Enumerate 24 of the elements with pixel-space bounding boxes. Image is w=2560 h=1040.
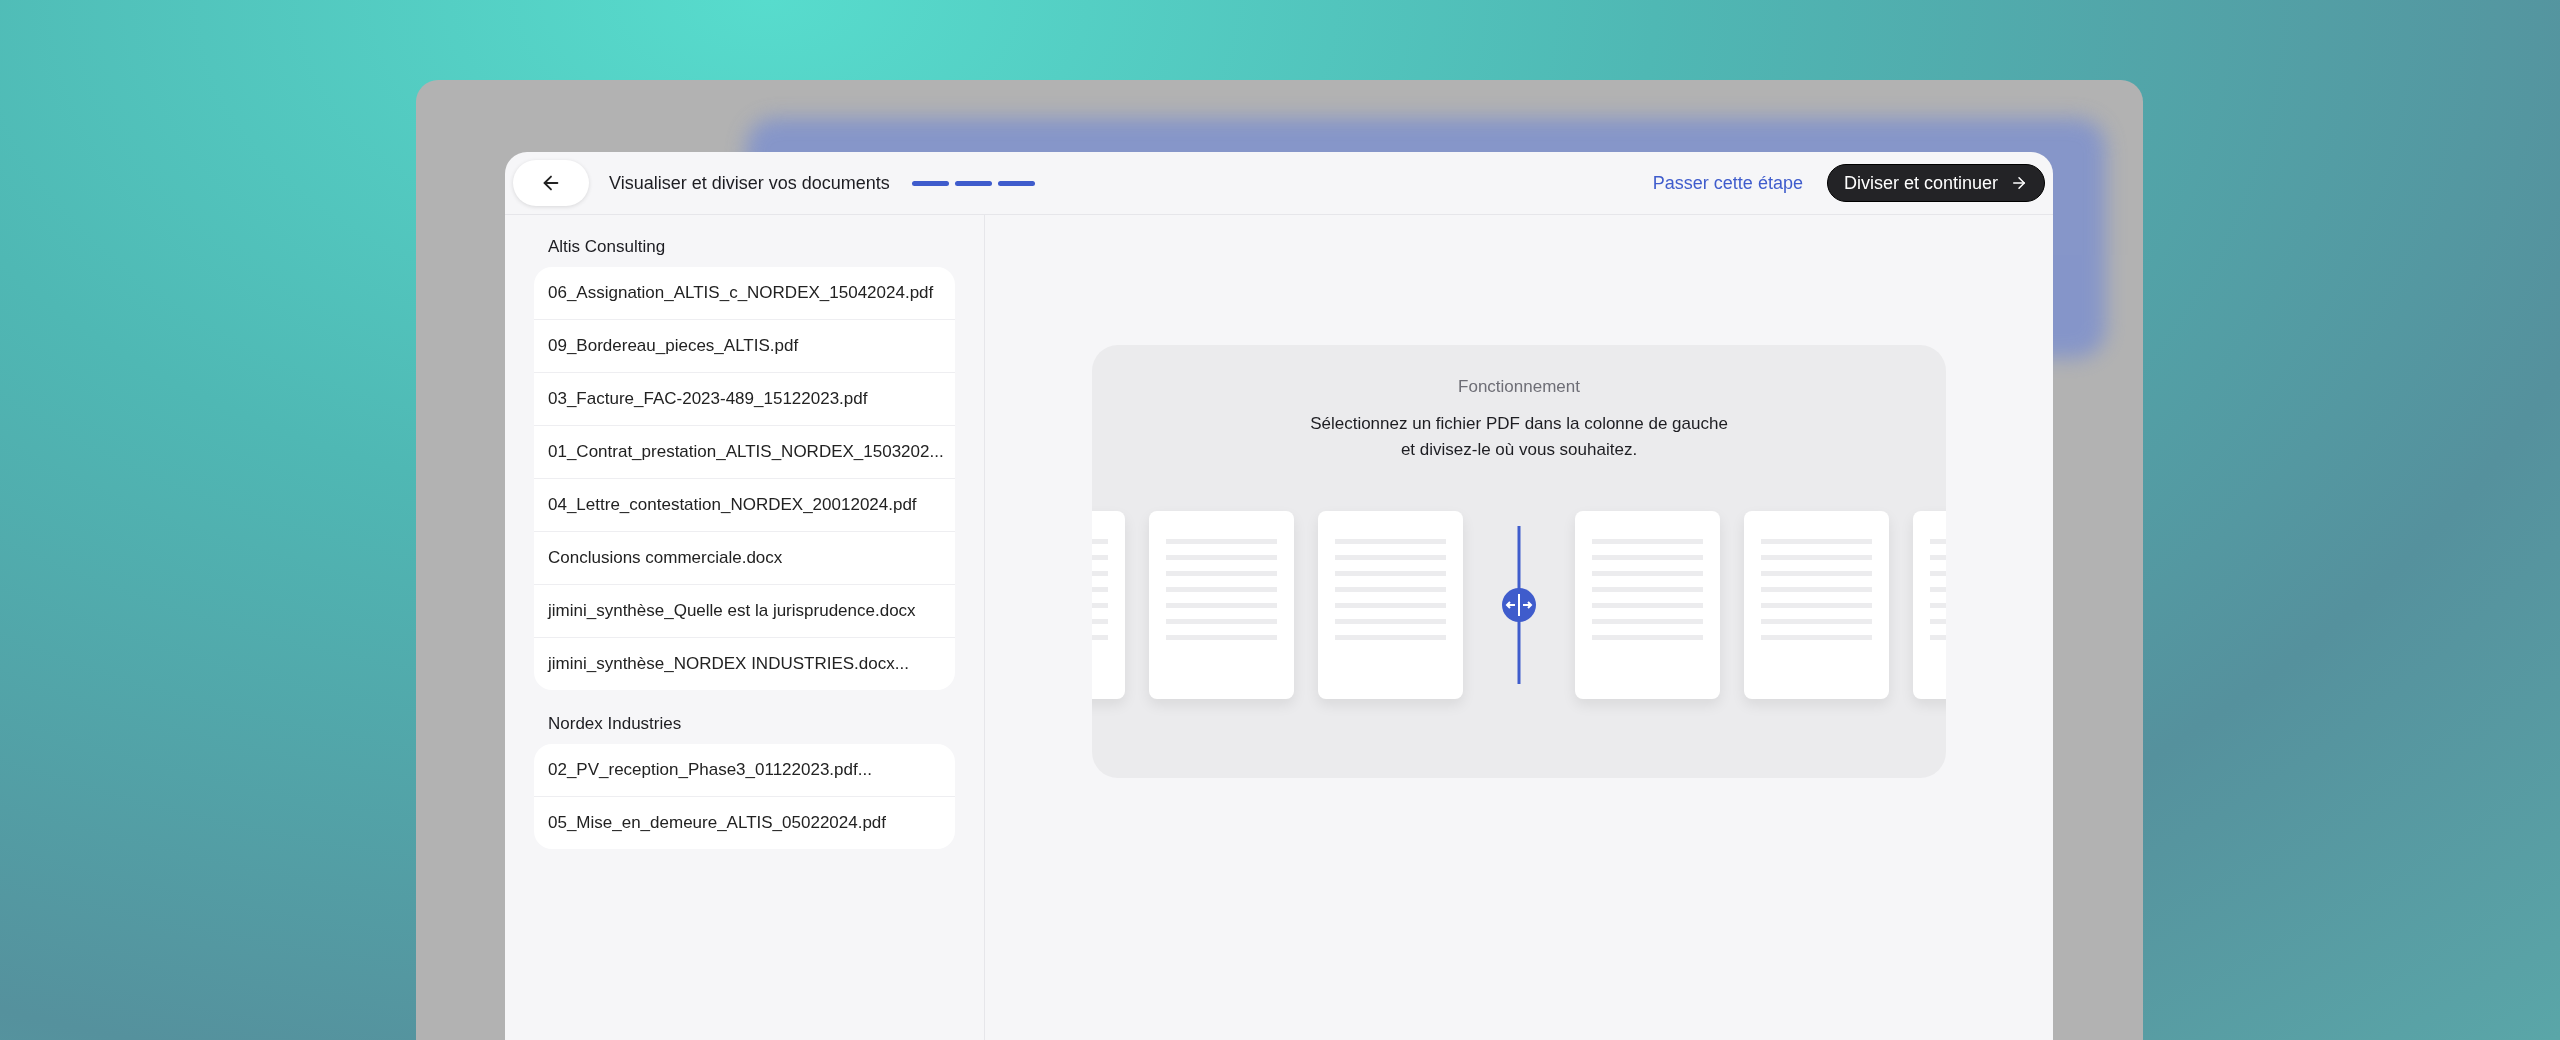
split-continue-button[interactable]: Diviser et continuer [1826,164,2045,202]
document-page-icon [1744,511,1889,699]
split-handle-icon [1502,526,1536,684]
instruction-title: Fonctionnement [1458,377,1580,397]
group-title: Nordex Industries [547,714,683,734]
document-page-icon [1318,511,1463,699]
group-title: Altis Consulting [547,237,667,257]
file-item[interactable]: 04_Lettre_contestation_NORDEX_20012024.pdf [534,478,955,531]
file-item[interactable]: 03_Facture_FAC-2023-489_15122023.pdf [534,372,955,425]
file-item[interactable]: 06_Assignation_ALTIS_c_NORDEX_15042024.pdf [534,267,955,319]
file-item[interactable]: 09_Bordereau_pieces_ALTIS.pdf [534,319,955,372]
skip-link[interactable]: Passer cette étape [1652,172,1803,194]
file-item[interactable]: jimini_synthèse_NORDEX INDUSTRIES.docx... [534,637,955,690]
file-item[interactable]: 05_Mise_en_demeure_ALTIS_05022024.pdf [534,796,955,849]
arrow-right-icon [2010,174,2028,192]
file-item[interactable]: 01_Contrat_prestation_ALTIS_NORDEX_1503202... [534,425,955,478]
document-page-icon [1149,511,1294,699]
file-item[interactable]: 02_PV_reception_Phase3_01122023.pdf... [534,744,955,796]
dialog-title: Visualiser et diviser vos documents [609,172,890,194]
back-button[interactable] [513,160,589,206]
file-item[interactable]: jimini_synthèse_Quelle est la jurisprudence.docx [534,584,955,637]
instruction-text: Sélectionnez un fichier PDF dans la colonne de gauche et divisez-le où vous souhaitez. [1310,413,1728,461]
file-item[interactable]: Conclusions commerciale.docx [534,531,955,584]
document-page-icon [1575,511,1720,699]
